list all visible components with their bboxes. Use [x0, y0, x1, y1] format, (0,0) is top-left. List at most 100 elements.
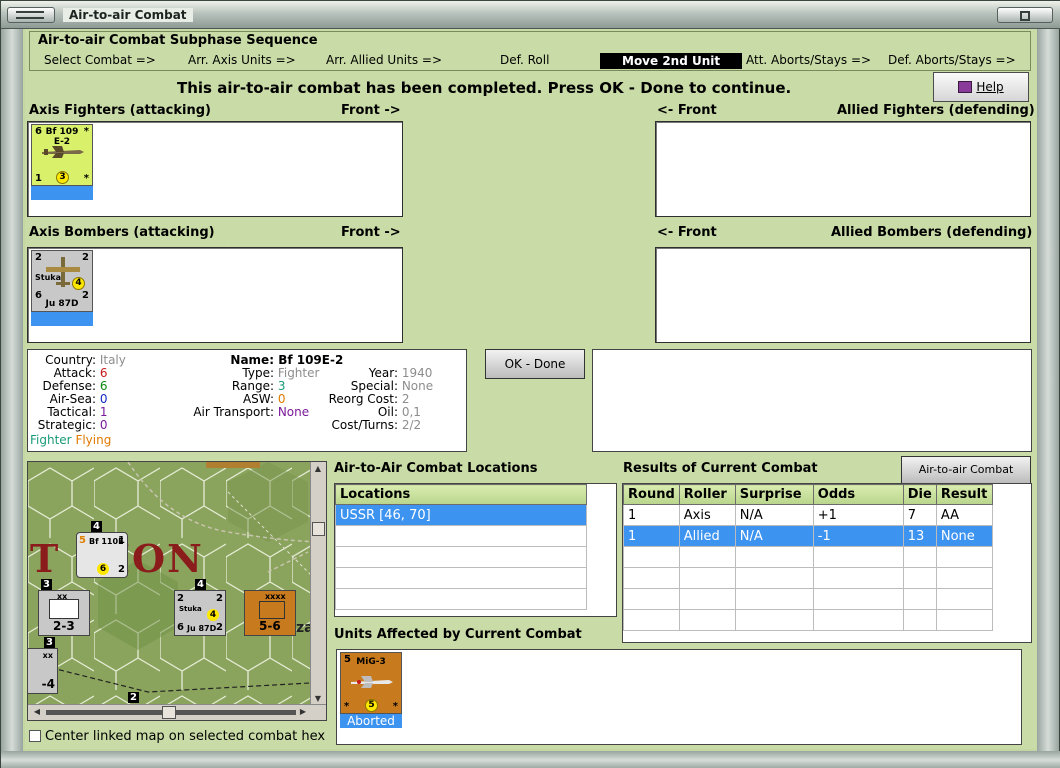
scroll-right-arrow-icon[interactable]: ▶	[298, 707, 308, 717]
locations-title: Air-to-Air Combat Locations	[334, 461, 538, 476]
info-oil: 0,1	[401, 405, 421, 419]
col-round: Round	[623, 484, 680, 505]
results-grid[interactable]: Round Roller Surprise Odds Die Result 1A…	[622, 483, 1032, 643]
map-horizontal-scrollbar[interactable]: ◀ ▶	[28, 704, 326, 720]
info-defense: 6	[99, 379, 108, 393]
axis-fighters-label: Axis Fighters (attacking)	[29, 103, 211, 118]
unit-counter-bf109e2[interactable]: 6 Bf 109 E-2 * 1 3 *	[31, 124, 93, 186]
phase-step-def-roll: Def. Roll	[500, 53, 550, 67]
menu-icon	[16, 11, 44, 19]
subphase-sequence-panel: Air-to-air Combat Subphase Sequence Sele…	[29, 31, 1031, 71]
table-row[interactable]: 1 Allied N/A -1 13 None	[623, 525, 993, 547]
scroll-up-arrow-icon[interactable]: ▲	[313, 464, 323, 474]
air-to-air-combat-chart-button[interactable]: Air-to-air Combat Chart	[901, 456, 1031, 502]
map-vertical-scrollbar[interactable]: ▲ ▼	[310, 462, 326, 706]
scroll-down-arrow-icon[interactable]: ▼	[313, 694, 323, 704]
info-range: 3	[277, 379, 286, 393]
help-button[interactable]: Help	[933, 72, 1029, 102]
location-row[interactable]: USSR [46, 70]	[335, 504, 587, 526]
col-result: Result	[935, 484, 993, 505]
unit-info-panel: Country: Italy Attack: 6 Defense: 6 Air-…	[27, 349, 467, 452]
selected-unit-indicator	[31, 312, 93, 326]
results-title: Results of Current Combat	[623, 461, 818, 476]
col-roller: Roller	[678, 484, 736, 505]
axis-fighters-box[interactable]: 6 Bf 109 E-2 * 1 3 *	[27, 121, 403, 217]
allied-fighters-label: Allied Fighters (defending)	[837, 103, 1035, 118]
fighter-plane-icon	[42, 146, 84, 158]
info-cost-turns: 2/2	[401, 418, 422, 432]
affected-title: Units Affected by Current Combat	[334, 627, 582, 642]
info-reorg-cost: 2	[401, 392, 410, 406]
ok-done-button[interactable]: OK - Done	[485, 349, 585, 379]
unit-counter-mig3[interactable]: 5 MiG-3 * 5 *	[340, 652, 402, 714]
info-air-transport: None	[277, 405, 310, 419]
subphase-sequence-title: Air-to-air Combat Subphase Sequence	[38, 33, 318, 48]
info-attack: 6	[99, 366, 108, 380]
map-hex-stack-label: 2	[128, 692, 139, 703]
map-counter-bf110e[interactable]: 4 5 Bf 110E 1 6 2	[76, 521, 128, 578]
info-country: Italy	[99, 353, 126, 367]
window-title: Air-to-air Combat	[63, 8, 193, 22]
info-strategic: 0	[99, 418, 108, 432]
air-to-air-combat-window: Air-to-air Combat Air-to-air Combat Subp…	[0, 0, 1060, 768]
info-special: None	[401, 379, 434, 393]
map-counter-ju87d[interactable]: 4 2 2 Stuka 4 6 Ju 87D 2	[174, 579, 226, 636]
phase-step-def-aborts: Def. Aborts/Stays =>	[888, 53, 1016, 67]
window-frame-right	[1037, 29, 1059, 768]
unit-counter-ju87d[interactable]: 2 2 Stuka 4 6 Ju 87D 2	[31, 250, 93, 312]
linked-map-view[interactable]: T NION 4 5 Bf 110E 1 6 2 3 xx 2-3 4 2 2 …	[27, 461, 327, 721]
info-name: Bf 109E-2	[278, 353, 344, 367]
phase-step-select-combat: Select Combat =>	[44, 53, 156, 67]
maximize-button[interactable]	[997, 7, 1053, 23]
locations-table: Locations USSR [46, 70]	[335, 484, 587, 610]
title-bar[interactable]: Air-to-air Combat	[1, 1, 1060, 29]
col-odds: Odds	[812, 484, 904, 505]
table-row[interactable]: 1 Axis N/A +1 7 AA	[623, 504, 993, 526]
allied-bombers-box[interactable]	[655, 247, 1031, 343]
window-menu-button[interactable]	[7, 7, 55, 23]
allied-fighters-front-label: <- Front	[657, 103, 717, 118]
axis-fighters-front-label: Front ->	[341, 103, 401, 118]
fighter-plane-icon	[351, 676, 393, 688]
info-flag-fighter: Fighter	[30, 433, 72, 447]
col-surprise: Surprise	[734, 484, 814, 505]
map-vertical-scroll-thumb[interactable]	[312, 522, 325, 536]
info-air-sea: 0	[99, 392, 108, 406]
locations-header: Locations	[335, 484, 587, 505]
phase-step-arr-allied: Arr. Allied Units =>	[326, 53, 443, 67]
window-frame-left	[1, 29, 23, 768]
phase-step-att-aborts: Att. Aborts/Stays =>	[746, 53, 872, 67]
map-horizontal-scroll-thumb[interactable]	[162, 706, 176, 719]
axis-bombers-front-label: Front ->	[341, 225, 401, 240]
axis-bombers-label: Axis Bombers (attacking)	[29, 225, 215, 240]
affected-units-box[interactable]: 5 MiG-3 * 5 * Aborted	[336, 649, 1022, 745]
info-flag-flying: Flying	[75, 433, 112, 447]
axis-bombers-box[interactable]: 2 2 Stuka 4 6 Ju 87D 2	[27, 247, 403, 343]
info-tactical: 1	[99, 405, 108, 419]
results-table: Round Roller Surprise Odds Die Result 1A…	[623, 484, 993, 631]
map-counter-edge[interactable]: 3 xx -4	[28, 637, 58, 694]
map-counter-2nd-inf-div[interactable]: 3 xx 2-3	[38, 579, 90, 636]
status-message: This air-to-air combat has been complete…	[177, 79, 792, 97]
col-die: Die	[902, 484, 937, 505]
combat-message-box	[592, 349, 1032, 452]
help-book-icon	[958, 81, 973, 93]
dialog-content: Air-to-air Combat Subphase Sequence Sele…	[25, 29, 1037, 749]
info-asw: 0	[277, 392, 286, 406]
selected-unit-indicator	[31, 186, 93, 200]
allied-fighters-box[interactable]	[655, 121, 1031, 217]
window-frame-bottom	[1, 751, 1060, 768]
scroll-left-arrow-icon[interactable]: ◀	[32, 707, 42, 717]
unit-status-aborted: Aborted	[340, 714, 402, 728]
allied-bombers-label: Allied Bombers (defending)	[831, 225, 1033, 240]
info-year: 1940	[401, 366, 433, 380]
map-counter-4th-army[interactable]: xxxx 5-6	[244, 590, 296, 636]
allied-bombers-front-label: <- Front	[657, 225, 717, 240]
locations-list[interactable]: Locations USSR [46, 70]	[334, 483, 617, 617]
infantry-symbol-icon	[49, 599, 79, 619]
info-type: Fighter	[277, 366, 320, 380]
center-linked-map-option[interactable]: Center linked map on selected combat hex	[29, 729, 325, 744]
center-linked-checkbox[interactable]	[29, 730, 41, 742]
phase-step-arr-axis: Arr. Axis Units =>	[188, 53, 296, 67]
phase-step-move-2nd-unit: Move 2nd Unit	[600, 53, 743, 69]
